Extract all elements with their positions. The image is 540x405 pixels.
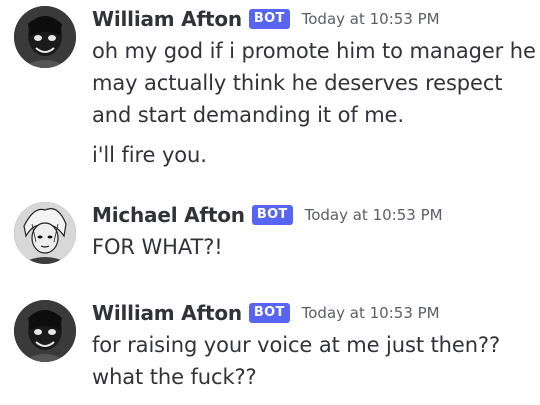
message-text-line: oh my god if i promote him to manager he — [92, 39, 536, 63]
message-text-line: and start demanding it of me. — [92, 103, 404, 127]
avatar[interactable] — [14, 300, 76, 362]
username[interactable]: Michael Afton — [92, 203, 245, 227]
timestamp[interactable]: Today at 10:53 PM — [305, 206, 443, 224]
message-text-line: may actually think he deserves respect — [92, 71, 503, 95]
username[interactable]: William Afton — [92, 7, 242, 31]
bot-tag: BOT — [248, 303, 290, 323]
message-header: William Afton BOT Today at 10:53 PM — [92, 296, 440, 330]
username[interactable]: William Afton — [92, 301, 242, 325]
message-text-line: FOR WHAT?! — [92, 235, 223, 259]
timestamp[interactable]: Today at 10:53 PM — [302, 304, 440, 322]
message-text-line: for raising your voice at me just then?? — [92, 333, 501, 357]
bot-tag: BOT — [248, 9, 290, 29]
timestamp[interactable]: Today at 10:53 PM — [302, 10, 440, 28]
avatar[interactable] — [14, 202, 76, 264]
avatar[interactable] — [14, 6, 76, 68]
message-text-line: what the fuck?? — [92, 365, 257, 389]
message-header: Michael Afton BOT Today at 10:53 PM — [92, 198, 443, 232]
chat-log: William Afton BOT Today at 10:53 PM oh m… — [0, 0, 540, 405]
message-header: William Afton BOT Today at 10:53 PM — [92, 2, 440, 36]
bot-tag: BOT — [251, 205, 293, 225]
message-text-line: i'll fire you. — [92, 143, 207, 167]
